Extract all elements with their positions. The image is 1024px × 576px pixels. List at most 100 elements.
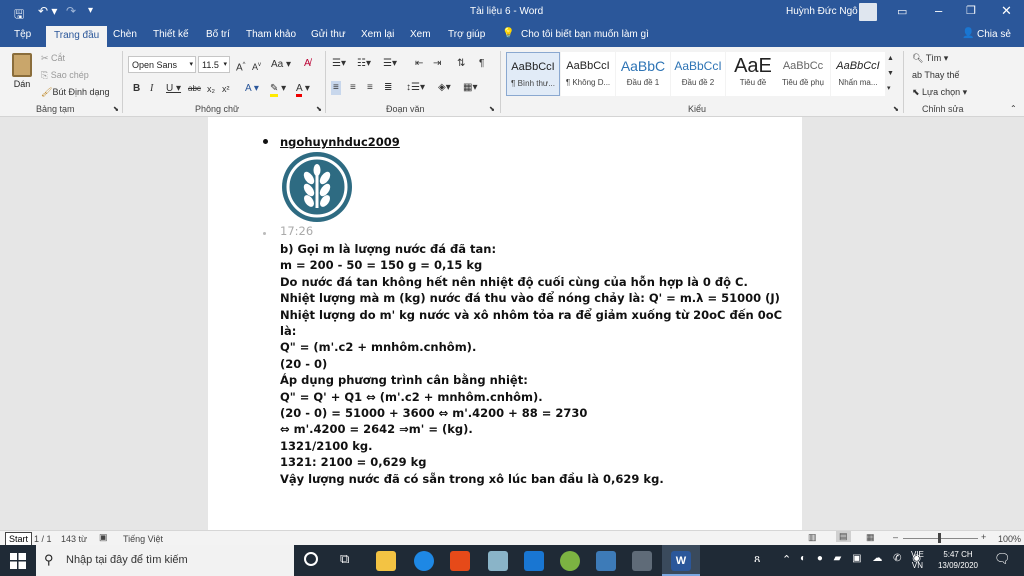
photos-icon[interactable] [596,551,616,571]
close-icon[interactable]: ✕ [1001,3,1012,19]
align-center-icon[interactable]: ≡ [350,82,356,94]
tab-review[interactable]: Xem lại [361,29,394,40]
office-icon[interactable] [450,551,470,571]
share-button[interactable]: Chia sẻ [977,29,1011,40]
language[interactable]: Tiếng Việt [123,534,163,544]
tab-mailings[interactable]: Gửi thư [311,29,346,40]
style-normal[interactable]: AaBbCcI ¶ Bình thư... [506,52,560,96]
bold-icon[interactable]: B [133,83,140,95]
read-mode-icon[interactable]: ▥ [808,532,817,543]
styles-scroll-up-icon[interactable]: ▲ [887,53,894,65]
word-count[interactable]: 143 từ [61,534,87,544]
font-color-icon[interactable]: A ▾ [296,83,310,97]
strikethrough-icon[interactable]: abc [188,83,201,95]
underline-icon[interactable]: U ▾ [166,83,181,95]
align-right-icon[interactable]: ≡ [367,82,373,94]
line-spacing-icon[interactable]: ↕☰▾ [406,82,425,94]
windows-start-icon[interactable] [10,553,26,569]
change-case-icon[interactable]: Aa ▾ [271,59,291,71]
tray-icons[interactable]: ◐ ● ▰ ▣ ☁ ✆ ◉ [800,553,925,564]
grow-font-icon[interactable]: A^ [236,59,246,74]
zoom-in-icon[interactable]: + [981,532,986,542]
select-button[interactable]: ⬉ Lựa chọn ▾ [912,87,967,98]
customize-qat-icon[interactable]: ▾ [88,5,93,16]
web-layout-icon[interactable]: ▦ [866,532,875,543]
subscript-icon[interactable]: x₂ [207,83,215,95]
shading-icon[interactable]: ◈▾ [438,82,451,94]
copy-button[interactable]: ⎘ Sao chép [41,70,89,81]
ribbon-display-icon[interactable]: ▭ [897,5,907,18]
pilcrow-icon[interactable]: ¶ [479,58,484,70]
tab-view[interactable]: Xem [410,29,431,40]
cut-button[interactable]: ✂ Cắt [41,53,65,64]
app-icon[interactable] [560,551,580,571]
styles-launcher-icon[interactable]: ⬊ [893,105,899,113]
bullets-icon[interactable]: ☰▾ [332,58,346,70]
styles-scroll-down-icon[interactable]: ▼ [887,68,894,80]
find-button[interactable]: 🔍︎ Tìm ▾ [912,53,948,64]
style-no-spacing[interactable]: AaBbCcI ¶ Không D... [561,52,615,96]
font-launcher-icon[interactable]: ⬊ [316,105,322,113]
text-effects-icon[interactable]: A ▾ [245,83,259,95]
mail-icon[interactable] [524,551,544,571]
calculator-icon[interactable] [632,551,652,571]
task-view-icon[interactable]: ⧉ [340,551,349,567]
align-left-icon[interactable]: ≡ [331,81,341,95]
restore-icon[interactable]: ❐ [966,4,976,17]
proofing-icon[interactable]: ▣ [99,532,108,543]
font-size-select[interactable]: 11.5 ▾ [198,56,230,73]
style-heading-2[interactable]: AaBbCcI Đầu đề 2 [671,52,725,96]
print-layout-icon[interactable]: ▤ [836,531,851,542]
tab-file[interactable]: Tệp [14,29,31,40]
style-heading-1[interactable]: AaBbC Đầu đề 1 [616,52,670,96]
user-name[interactable]: Huỳnh Đức Ngô [786,6,858,17]
taskbar-search-input[interactable]: Nhập tại đây để tìm kiếm [66,554,188,566]
collapse-ribbon-icon[interactable]: ⌃ [1010,104,1017,113]
zoom-slider-thumb[interactable] [938,533,941,543]
highlight-icon[interactable]: ✎ ▾ [270,83,286,97]
decrease-indent-icon[interactable]: ⇤ [415,58,423,70]
superscript-icon[interactable]: x² [222,83,230,95]
media-icon[interactable] [488,551,508,571]
replace-button[interactable]: ab Thay thế [912,70,959,80]
cortana-icon[interactable] [304,552,318,566]
avatar[interactable] [859,3,877,21]
paragraph-launcher-icon[interactable]: ⬊ [489,105,495,113]
clock[interactable]: 5:47 CH 13/09/2020 [934,549,982,571]
shrink-font-icon[interactable]: Av [252,59,261,73]
tab-layout[interactable]: Bố trí [206,29,230,40]
document-page[interactable]: ngohuynhduc2009 17:26 b) Gọi m là lượng … [208,117,802,530]
tab-help[interactable]: Trợ giúp [448,29,485,40]
minimize-icon[interactable]: – [935,3,942,18]
zoom-level[interactable]: 100% [998,534,1021,544]
styles-more-icon[interactable]: ▾ [887,83,891,95]
style-title[interactable]: AaE Tiêu đề [726,52,780,96]
paste-button[interactable]: Dán [8,53,36,97]
increase-indent-icon[interactable]: ⇥ [433,58,441,70]
file-explorer-icon[interactable] [376,551,396,571]
numbering-icon[interactable]: ☷▾ [357,58,371,70]
page-count[interactable]: 1 / 1 [34,534,52,544]
input-language[interactable]: VIE VN [911,549,924,571]
tab-references[interactable]: Tham khảo [246,29,296,40]
zoom-out-icon[interactable]: – [893,532,898,542]
redo-icon[interactable]: ↷ [66,4,76,18]
clipboard-launcher-icon[interactable]: ⬊ [113,105,119,113]
tab-design[interactable]: Thiết kế [153,29,189,40]
style-subtitle[interactable]: AaBbCc Tiêu đề phụ [776,52,830,96]
sort-icon[interactable]: ⇅ [457,58,465,70]
justify-icon[interactable]: ≣ [384,82,392,94]
italic-icon[interactable]: I [150,83,153,95]
style-emphasis[interactable]: AaBbCcI Nhấn ma... [831,52,885,96]
borders-icon[interactable]: ▦▾ [463,82,477,94]
people-icon[interactable]: ጸ [754,553,760,566]
zalo-icon[interactable] [414,551,434,571]
tell-me-search[interactable]: Cho tôi biết bạn muốn làm gì [521,29,649,40]
word-taskbar-button[interactable]: W [662,545,700,576]
clear-formatting-icon[interactable]: A̸ [304,58,311,70]
font-name-select[interactable]: Open Sans ▾ [128,56,196,73]
multilevel-list-icon[interactable]: ☰▾ [383,58,397,70]
notification-icon[interactable]: 🗨 [994,551,1011,567]
undo-icon[interactable]: ↶ ▾ [38,4,57,18]
save-icon[interactable]: 🖫 [14,5,24,26]
